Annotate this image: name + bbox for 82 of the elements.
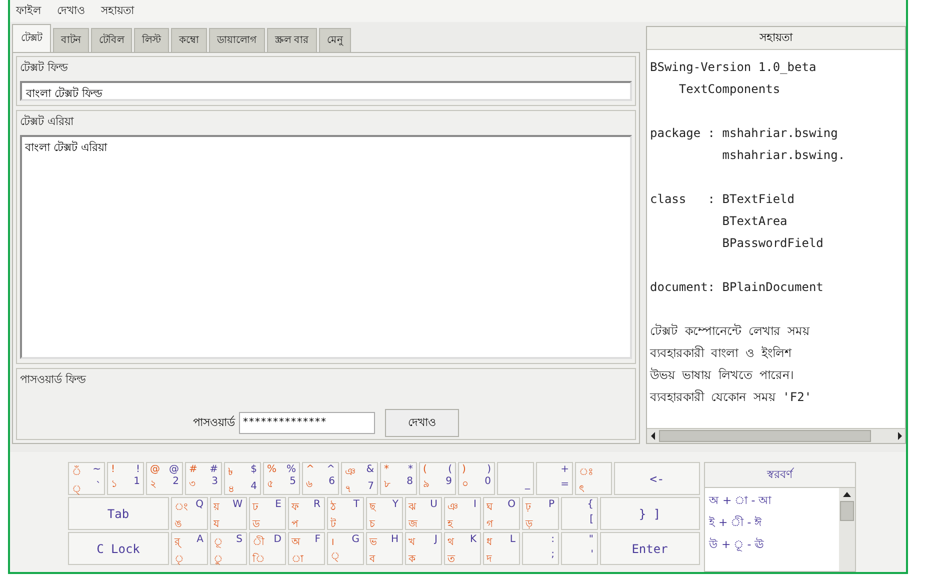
help-text: mshahriar.bswing. (721, 147, 846, 164)
keyboard-key[interactable]: ঞ & ৭ 7 (341, 462, 378, 495)
keyboard-key[interactable]: অ F া (288, 532, 324, 565)
horizontal-scrollbar[interactable] (647, 428, 905, 443)
keyboard-key[interactable]: ী D ি (248, 532, 286, 565)
keyboard-key[interactable]: র্ A ৃ (170, 532, 208, 565)
tab[interactable]: কম্বো (171, 28, 207, 52)
list-item[interactable]: উ + ূ - ঊ (709, 534, 835, 556)
scroll-thumb[interactable] (840, 501, 854, 521)
password-field[interactable]: ************** (239, 412, 375, 434)
show-button[interactable]: দেখাও (385, 409, 459, 437)
menu-item[interactable]: সহায়তা (101, 2, 134, 20)
keyboard-key[interactable]: ^ ^ ৬ 6 (302, 462, 339, 495)
tab[interactable]: লিস্ট (134, 28, 169, 52)
keyboard-key[interactable]: @ @ ২ 2 (146, 462, 183, 495)
help-text: class : BTextField (650, 191, 796, 208)
help-text: BTextArea (721, 213, 788, 230)
keyboard-key[interactable]: ঘ O গ (482, 497, 520, 530)
scroll-right-icon[interactable] (898, 432, 902, 440)
menu-item[interactable]: দেখাও (57, 2, 85, 20)
keyboard-key[interactable]: খ J ক (404, 532, 442, 565)
keyboard-key[interactable]: _ (497, 462, 534, 495)
keyboard-key[interactable]: ঁ ~ ্ ` (68, 462, 105, 495)
scroll-left-icon[interactable] (651, 432, 655, 440)
keyboard-key[interactable]: # # ৩ 3 (185, 462, 222, 495)
keyboard-key[interactable]: } ] (600, 497, 700, 530)
keyboard-key[interactable]: ( ( ৯ 9 (419, 462, 456, 495)
scroll-thumb[interactable] (659, 430, 871, 442)
help-text: BSwing-Version 1.0_beta (650, 59, 818, 76)
keyboard-key[interactable]: ৳ $ ৪ 4 (224, 462, 261, 495)
tab[interactable]: টেক্সট (12, 24, 51, 52)
tab[interactable]: ডায়ালোগ (209, 28, 265, 52)
keyboard-key[interactable]: % % ৫ 5 (263, 462, 300, 495)
keyboard-key[interactable]: Enter (600, 532, 700, 565)
list-item[interactable]: ই + ী - ঈ (709, 512, 835, 534)
keyboard-key[interactable]: ঠ T ট (326, 497, 364, 530)
keyboard-key[interactable]: ঝ U জ (404, 497, 442, 530)
keyboard-key[interactable]: { [ (560, 497, 598, 530)
keyboard-key[interactable]: + = (536, 462, 573, 495)
help-text: উভয় ভাষায় লিখতে পারেন। (650, 366, 795, 384)
keyboard-key[interactable]: ূ S ু (210, 532, 246, 565)
password-label: পাসওয়ার্ড (193, 414, 235, 430)
tab[interactable]: স্ক্রল বার (267, 28, 318, 52)
text-field[interactable]: বাংলা টেক্সট ফিল্ড (20, 81, 632, 101)
tab[interactable]: বাটন (53, 28, 89, 52)
keyboard-key[interactable]: ং Q ঙ (170, 497, 208, 530)
help-text: document: BPlainDocument (650, 279, 824, 296)
help-text: BPasswordField (721, 235, 824, 252)
keyboard-key[interactable]: ঞ I হ (444, 497, 480, 530)
tab[interactable]: মেনু (319, 28, 352, 52)
keyboard-key[interactable]: ছ Y চ (366, 497, 402, 530)
help-text: ব্যবহারকারী বাংলা ও ইংলিশ (650, 344, 793, 362)
help-text: ব্যবহারকারী যেকোন সময় 'F2' (650, 388, 813, 406)
keyboard-key[interactable]: ফ R প (288, 497, 324, 530)
menu-item[interactable]: ফাইল (16, 2, 41, 20)
help-text: package : mshahriar.bswing (650, 125, 839, 142)
keyboard-key[interactable]: ! ! ১ 1 (107, 462, 144, 495)
keyboard-key[interactable]: ভ H ব (366, 532, 402, 565)
keyboard-key[interactable]: ধ L দ (482, 532, 520, 565)
help-text: TextComponents (678, 81, 782, 98)
keyboard-key[interactable]: Tab (68, 497, 168, 530)
keyboard-key[interactable]: ) ) ০ 0 (458, 462, 495, 495)
list-item[interactable]: অ + া - আ (709, 490, 835, 512)
keyboard-key[interactable]: C Lock (68, 532, 168, 565)
vertical-scrollbar[interactable] (839, 488, 855, 571)
keyboard-key[interactable]: " ' (560, 532, 598, 565)
keyboard-key[interactable]: ঢ E ড (248, 497, 286, 530)
group-title: টেক্সট এরিয়া (20, 114, 74, 130)
keyboard-key[interactable]: * * ৮ 8 (380, 462, 417, 495)
keyboard-key[interactable]: ঢ় P ড় (522, 497, 558, 530)
help-text: টেক্সট কম্পোনেন্টে লেখার সময় (650, 322, 811, 340)
keyboard-key[interactable]: ঃ ৎ (575, 462, 612, 495)
panel-header: সহায়তা (647, 27, 905, 50)
keyboard-key[interactable]: : ; (522, 532, 558, 565)
group-title: টেক্সট ফিল্ড (20, 60, 68, 76)
tab[interactable]: টেবিল (91, 28, 132, 52)
group-title: পাসওয়ার্ড ফিল্ড (20, 372, 86, 388)
keyboard-key[interactable]: । G ্ (326, 532, 364, 565)
text-area[interactable]: বাংলা টেক্সট এরিয়া (20, 135, 632, 359)
keyboard-key[interactable]: য় W য (210, 497, 246, 530)
keyboard-key[interactable]: থ K ত (444, 532, 480, 565)
keyboard-key[interactable]: <- (614, 462, 700, 495)
